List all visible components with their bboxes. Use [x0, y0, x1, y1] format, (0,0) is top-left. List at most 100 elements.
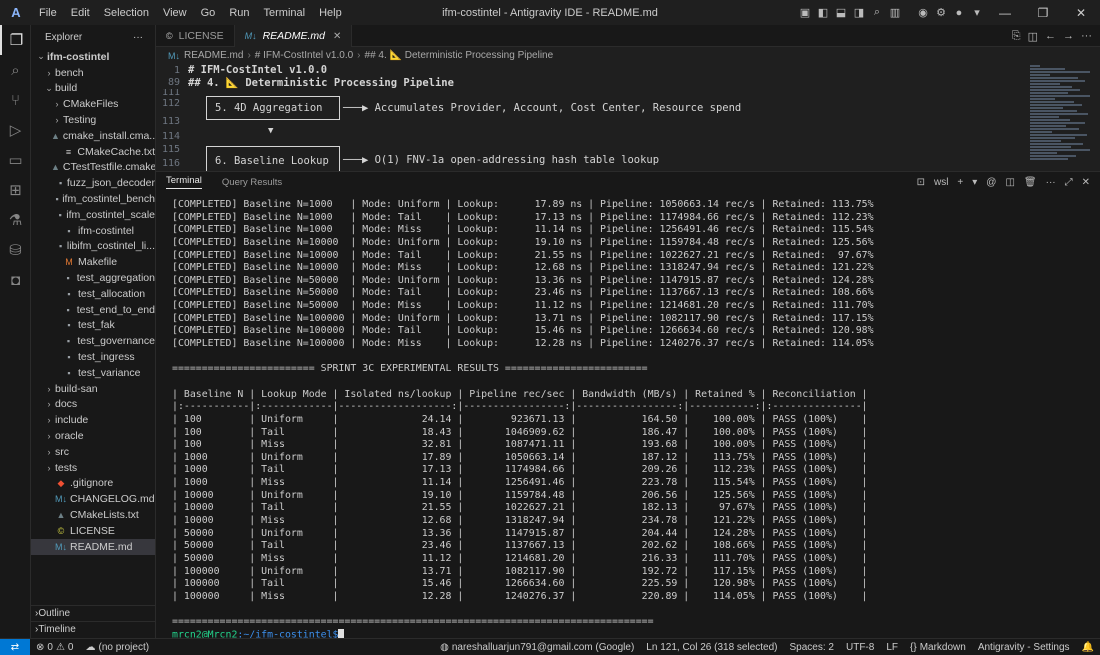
- outline-section[interactable]: › Outline: [31, 605, 156, 621]
- toggle-secondary-sidebar-icon[interactable]: ◨: [850, 0, 868, 25]
- breadcrumb-heading-1[interactable]: # IFM-CostIntel v1.0.0: [255, 50, 353, 61]
- encoding[interactable]: UTF-8: [840, 642, 880, 653]
- terminal-output[interactable]: [COMPLETED] Baseline N=1000 | Mode: Unif…: [156, 199, 1100, 640]
- tree-folder[interactable]: › Testing: [31, 112, 155, 128]
- database-icon[interactable]: ⛁: [0, 235, 31, 265]
- cursor-position[interactable]: Ln 121, Col 26 (318 selected): [640, 642, 783, 653]
- tree-folder[interactable]: › bench: [31, 65, 155, 81]
- new-terminal-icon[interactable]: +: [957, 177, 963, 188]
- tree-file[interactable]: ▪ test_allocation: [31, 286, 155, 302]
- gear-icon[interactable]: ⚙: [932, 0, 950, 25]
- tree-folder[interactable]: ⌄ build: [31, 81, 155, 97]
- layout-icon[interactable]: ▥: [886, 0, 904, 25]
- tree-file[interactable]: M↓ CHANGELOG.md: [31, 491, 155, 507]
- tree-file[interactable]: M↓ README.md: [31, 538, 155, 555]
- toggle-sidebar-icon[interactable]: ◧: [814, 0, 832, 25]
- tree-file[interactable]: ▪ test_fak: [31, 318, 155, 334]
- trash-icon[interactable]: 🗑: [1024, 177, 1037, 188]
- settings-status[interactable]: Antigravity - Settings: [972, 642, 1076, 653]
- split-terminal-icon[interactable]: ◫: [1005, 177, 1014, 188]
- tab-license[interactable]: © LICENSE: [156, 25, 235, 47]
- back-arrow-icon[interactable]: ←: [1045, 30, 1056, 42]
- menu-go[interactable]: Go: [194, 7, 223, 19]
- restore-button[interactable]: ❐: [1024, 0, 1062, 25]
- mention-icon[interactable]: @: [986, 177, 996, 188]
- account-avatar-icon[interactable]: ●: [950, 0, 968, 25]
- close-panel-icon[interactable]: ✕: [1082, 177, 1090, 188]
- menu-edit[interactable]: Edit: [64, 7, 97, 19]
- forward-arrow-icon[interactable]: →: [1063, 30, 1074, 42]
- remote-indicator-icon[interactable]: ⇄: [0, 638, 30, 655]
- tree-file[interactable]: ▪ libifm_costintel_li...: [31, 239, 155, 255]
- language-mode[interactable]: {} Markdown: [904, 642, 972, 653]
- tab-readme[interactable]: M↓ README.md ✕: [234, 25, 353, 47]
- run-debug-icon[interactable]: ▷: [0, 115, 31, 145]
- code-view[interactable]: 1 # IFM-CostIntel v1.0.0 89 ## 4. 📐 Determ…: [156, 64, 1100, 171]
- tree-file[interactable]: ▪ ifm_costintel_scale: [31, 207, 155, 223]
- menu-view[interactable]: View: [156, 7, 194, 19]
- more-actions-icon[interactable]: ···: [1046, 177, 1056, 188]
- minimize-button[interactable]: —: [986, 0, 1024, 25]
- tree-folder[interactable]: › tests: [31, 460, 155, 476]
- close-icon[interactable]: ✕: [333, 31, 341, 42]
- menu-selection[interactable]: Selection: [97, 7, 156, 19]
- tree-file[interactable]: ▲ cmake_install.cma...: [31, 128, 155, 144]
- menu-terminal[interactable]: Terminal: [257, 7, 313, 19]
- remote-explorer-icon[interactable]: ▭: [0, 145, 31, 175]
- more-actions-icon[interactable]: ···: [1081, 30, 1092, 42]
- search-icon[interactable]: ⌕: [868, 0, 886, 25]
- tree-file[interactable]: ▪ test_variance: [31, 365, 155, 381]
- tree-root[interactable]: ⌄ ifm-costintel: [31, 49, 155, 65]
- end-of-line[interactable]: LF: [880, 642, 904, 653]
- menu-file[interactable]: File: [32, 7, 64, 19]
- tree-file[interactable]: ▪ ifm-costintel: [31, 223, 155, 239]
- project-status[interactable]: ☁ (no project): [79, 642, 155, 653]
- tree-file[interactable]: M Makefile: [31, 254, 155, 270]
- terminal-shell-label[interactable]: wsl: [934, 177, 948, 188]
- agent-icon[interactable]: ◉: [914, 0, 932, 25]
- tree-folder[interactable]: › CMakeFiles: [31, 96, 155, 112]
- agent-manager-icon[interactable]: ◘: [0, 265, 31, 295]
- source-control-icon[interactable]: ⑂: [0, 85, 31, 115]
- menu-help[interactable]: Help: [312, 7, 349, 19]
- explorer-more-button[interactable]: ···: [133, 32, 143, 43]
- tree-folder[interactable]: › oracle: [31, 428, 155, 444]
- search-icon[interactable]: ⌕: [0, 55, 31, 85]
- tree-file[interactable]: ▪ test_end_to_end: [31, 302, 155, 318]
- account-status[interactable]: ◍ nareshalluarjun791@gmail.com (Google): [434, 642, 640, 653]
- layout-panel-icon[interactable]: ▣: [796, 0, 814, 25]
- indentation[interactable]: Spaces: 2: [784, 642, 840, 653]
- timeline-section[interactable]: › Timeline: [31, 621, 156, 637]
- explorer-icon[interactable]: ❐: [0, 25, 31, 55]
- tree-file[interactable]: ≡ CMakeCache.txt: [31, 144, 155, 160]
- tree-file[interactable]: ▲ CMakeLists.txt: [31, 507, 155, 523]
- chevron-down-icon[interactable]: ▾: [968, 0, 986, 25]
- toggle-panel-icon[interactable]: ⬓: [832, 0, 850, 25]
- tab-terminal[interactable]: Terminal: [166, 175, 202, 189]
- tree-file[interactable]: ▪ test_ingress: [31, 349, 155, 365]
- tree-folder[interactable]: › include: [31, 412, 155, 428]
- problems-status[interactable]: ⊗ 0 ⚠ 0: [30, 642, 79, 653]
- menu-run[interactable]: Run: [222, 7, 256, 19]
- chevron-down-icon[interactable]: ▾: [972, 177, 977, 188]
- tree-folder[interactable]: › build-san: [31, 381, 155, 397]
- tree-file[interactable]: ▪ test_governance: [31, 333, 155, 349]
- split-editor-icon[interactable]: ◫: [1028, 30, 1038, 43]
- tree-file[interactable]: ▲ CTestTestfile.cmake: [31, 160, 155, 176]
- open-changes-icon[interactable]: ⎘: [1012, 30, 1021, 43]
- breadcrumb-file[interactable]: README.md: [184, 50, 243, 61]
- notifications-bell-icon[interactable]: 🔔: [1076, 642, 1100, 653]
- tree-file[interactable]: ▪ test_aggregation: [31, 270, 155, 286]
- tab-query-results[interactable]: Query Results: [222, 177, 282, 188]
- tree-folder[interactable]: › docs: [31, 397, 155, 413]
- tree-file[interactable]: ▪ fuzz_json_decoder: [31, 175, 155, 191]
- close-button[interactable]: ✕: [1062, 0, 1100, 25]
- testing-icon[interactable]: ⚗: [0, 205, 31, 235]
- maximize-panel-icon[interactable]: ⤢: [1065, 177, 1073, 188]
- extensions-icon[interactable]: ⊞: [0, 175, 31, 205]
- minimap[interactable]: [1030, 64, 1092, 171]
- tree-file[interactable]: ◆ .gitignore: [31, 476, 155, 492]
- breadcrumb-heading-2[interactable]: ## 4. 📐 Deterministic Processing Pipelin…: [365, 50, 554, 61]
- tree-file[interactable]: © LICENSE: [31, 523, 155, 539]
- tree-file[interactable]: ▪ ifm_costintel_bench: [31, 191, 155, 207]
